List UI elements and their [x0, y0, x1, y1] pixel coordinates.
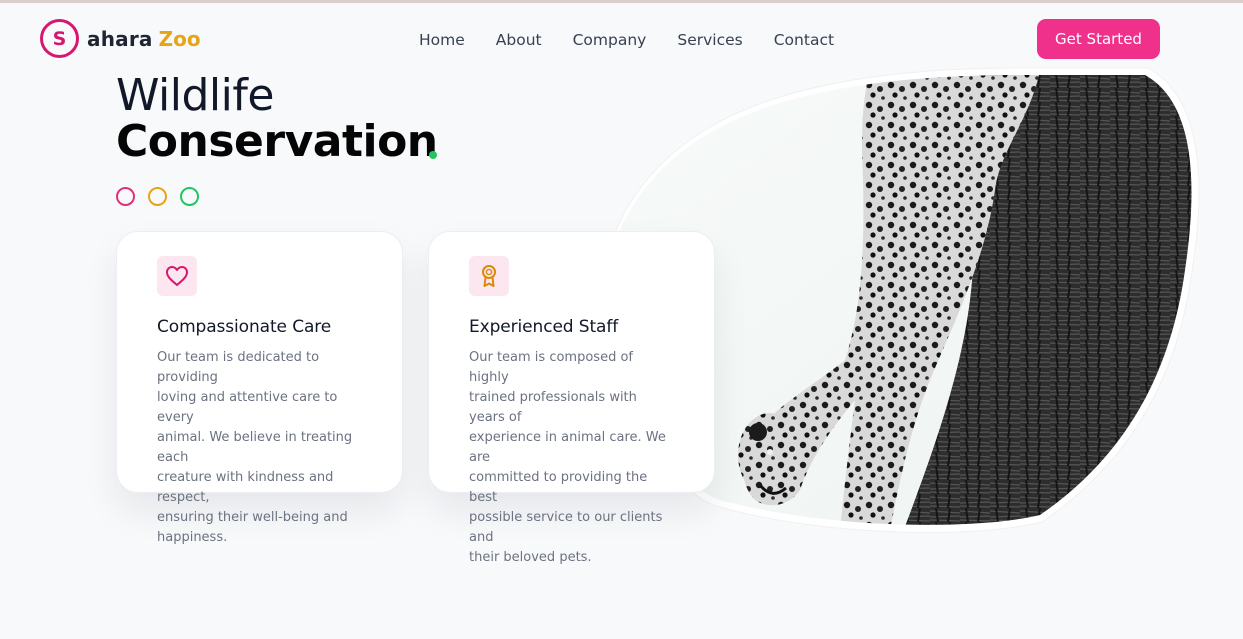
nav-about[interactable]: About [496, 30, 542, 50]
heart-icon-wrap [157, 256, 197, 296]
logo-name: ahara [87, 26, 153, 51]
indicator-dot-1[interactable] [116, 187, 135, 206]
brand-logo[interactable]: S ahara Zoo [40, 19, 201, 58]
feature-description: Our team is composed of highly trained p… [469, 350, 666, 565]
logo-mark: S [40, 19, 79, 58]
top-border [0, 0, 1243, 3]
logo-accent-word: Zoo [158, 26, 201, 51]
feature-card-compassionate-care: Compassionate Care Our team is dedicated… [116, 231, 403, 545]
heart-icon [166, 266, 188, 286]
nav-services[interactable]: Services [677, 30, 742, 50]
get-started-button[interactable]: Get Started [1037, 19, 1160, 59]
feature-title: Experienced Staff [469, 317, 619, 337]
indicator-dot-2[interactable] [148, 187, 167, 206]
award-icon [482, 265, 496, 287]
hero-title-dot [429, 151, 437, 159]
nav-contact[interactable]: Contact [774, 30, 834, 50]
feature-card-experienced-staff: Experienced Staff Our team is composed o… [428, 231, 715, 565]
nav-home[interactable]: Home [419, 30, 465, 50]
indicator-dot-3[interactable] [180, 187, 199, 206]
main-nav: Home About Company Services Contact [419, 30, 865, 50]
feature-title: Compassionate Care [157, 317, 332, 337]
slide-indicators [116, 187, 212, 206]
feature-description: Our team is dedicated to providing lovin… [157, 350, 353, 545]
nav-company[interactable]: Company [573, 30, 647, 50]
hero-title-line1: Wildlife [116, 70, 274, 121]
award-icon-wrap [469, 256, 509, 296]
hero-title-line2: Conservation [116, 116, 438, 167]
